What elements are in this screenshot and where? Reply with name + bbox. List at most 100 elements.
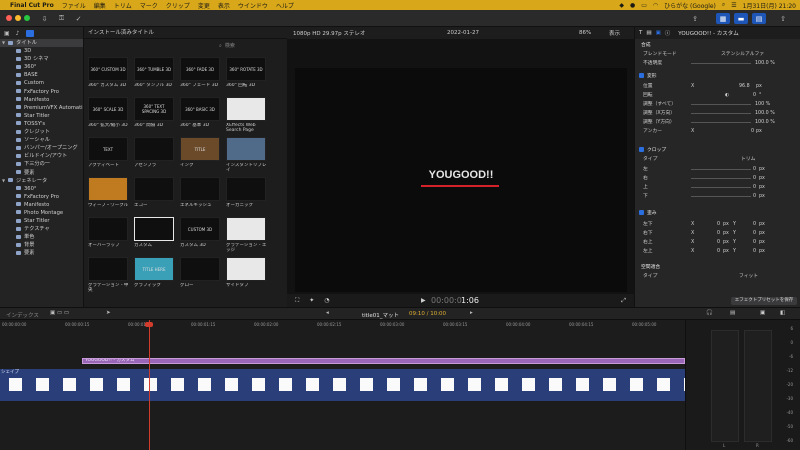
minimize-window-button[interactable] — [15, 15, 21, 21]
sidebar-item[interactable]: TOSSY's — [0, 120, 83, 128]
sidebar-item[interactable]: ソーシャル — [0, 136, 83, 144]
title-tile[interactable]: 360° CUSTOM 3D 360° カスタム 3D — [88, 57, 132, 95]
title-tab-icon[interactable]: ▤ — [646, 30, 651, 36]
share-project-icon[interactable]: ⇧ — [776, 13, 790, 24]
title-tile[interactable]: サイドタブ — [226, 257, 270, 295]
scale-y-slider[interactable] — [691, 122, 751, 123]
import-icon[interactable]: ⇩ — [38, 13, 51, 24]
scale-x-slider[interactable] — [691, 113, 751, 114]
tr-x-value[interactable]: 0 — [717, 238, 720, 247]
edit-tools-icon[interactable]: ▣ ▭ ▭ — [50, 310, 69, 316]
sidebar-item[interactable]: 360° — [0, 63, 83, 71]
menu-trim[interactable]: トリム — [114, 1, 132, 10]
audio-icon[interactable]: 🎧 — [706, 310, 713, 316]
fullscreen-icon[interactable]: ⤢ — [621, 297, 626, 305]
sidebar-item[interactable]: クレジット — [0, 128, 83, 136]
control-center-icon[interactable]: ☰ — [731, 2, 736, 9]
sidebar-item[interactable]: 単色 — [0, 233, 83, 241]
title-tile[interactable]: CUSTOM 3D カスタム 3D — [180, 217, 224, 255]
rotation-value[interactable]: 0 — [753, 91, 756, 100]
playhead-handle[interactable] — [145, 322, 153, 327]
search-field[interactable]: ⌕ 検索 — [219, 41, 283, 50]
crop-top-value[interactable]: 0 — [753, 183, 756, 192]
sidebar-item[interactable]: Manifesto — [0, 96, 83, 104]
zoom-menu[interactable]: 86% — [579, 30, 591, 36]
index-button[interactable]: インデックス — [6, 311, 39, 319]
playhead[interactable] — [149, 320, 150, 450]
menu-window[interactable]: ウインドウ — [238, 1, 268, 10]
br-x-value[interactable]: 0 — [717, 229, 720, 238]
speed-icon[interactable]: ◔ — [324, 297, 329, 304]
inspector-toggle-icon[interactable]: ▤ — [752, 13, 766, 24]
forward-arrow-icon[interactable]: ▸ — [470, 310, 473, 316]
menu-file[interactable]: ファイル — [62, 1, 86, 10]
sidebar-item[interactable]: Manifesto — [0, 201, 83, 209]
browser-toggle-icon[interactable]: ▦ — [716, 13, 730, 24]
info-tab-icon[interactable]: ⓘ — [665, 29, 671, 37]
scale-x-value[interactable]: 100.0 % — [755, 109, 775, 118]
anchor-x-value[interactable]: 0 — [751, 127, 754, 136]
title-tile[interactable]: XEffects Web Search Page — [226, 97, 270, 135]
crop-section[interactable]: クロップ — [635, 146, 800, 155]
photos-icon[interactable]: ▣ — [4, 30, 10, 37]
effects-icon[interactable]: ▣ — [760, 310, 765, 316]
distort-checkbox[interactable] — [639, 210, 644, 215]
title-tile[interactable]: アセンブラ — [134, 137, 178, 175]
music-icon[interactable]: ♪ — [16, 30, 20, 37]
background-tasks-icon[interactable]: ✓ — [72, 13, 85, 24]
search-icon[interactable]: ⌕ — [722, 1, 725, 9]
title-tile[interactable]: 360° BASIC 3D 360° 基本 3D — [180, 97, 224, 135]
select-tool-icon[interactable]: ➤ — [106, 310, 111, 316]
title-tile[interactable]: グロー — [180, 257, 224, 295]
bl-x-value[interactable]: 0 — [717, 220, 720, 229]
sidebar-item[interactable]: 下三分の一 — [0, 160, 83, 168]
title-text[interactable]: YOUGOOD!! — [295, 169, 627, 181]
sidebar-item[interactable]: Star Titler — [0, 112, 83, 120]
wifi-icon[interactable]: ◠ — [653, 2, 658, 9]
transform-checkbox[interactable] — [639, 73, 644, 78]
menu-mark[interactable]: マーク — [140, 1, 158, 10]
sidebar-item[interactable]: 要素 — [0, 169, 83, 177]
timeline-toggle-icon[interactable]: ▬ — [734, 13, 748, 24]
opacity-value[interactable]: 100.0 % — [755, 59, 775, 68]
rotation-dial-icon[interactable]: ◐ — [725, 91, 729, 100]
title-tile[interactable]: 360° FADE 3D 360° フェード 3D — [180, 57, 224, 95]
title-tile[interactable]: ウィーブ・ワークル — [88, 177, 132, 215]
transform-section[interactable]: 変形 — [635, 72, 800, 81]
spatial-section[interactable]: 空間適合 — [635, 263, 800, 272]
timecode-display[interactable]: 1:06 — [461, 296, 479, 305]
br-y-value[interactable]: 0 — [753, 229, 756, 238]
title-tile[interactable]: エネルギッシュ — [180, 177, 224, 215]
bl-y-value[interactable]: 0 — [753, 220, 756, 229]
sidebar-item[interactable]: バンパー/オープニング — [0, 144, 83, 152]
blend-mode-select[interactable]: ステンシルアルファ — [721, 50, 764, 59]
title-tile[interactable]: カスタム — [134, 217, 178, 255]
title-tile[interactable]: グラデーション - エッジ — [226, 217, 270, 255]
crop-top-slider[interactable] — [691, 187, 751, 188]
sidebar-item[interactable]: Star Titler — [0, 217, 83, 225]
menu-clip[interactable]: クリップ — [166, 1, 190, 10]
tl-y-value[interactable]: 0 — [753, 247, 756, 256]
title-tile[interactable]: エコー — [134, 177, 178, 215]
clock[interactable]: 1月31日(月) 21:20 — [743, 1, 796, 10]
sidebar-item[interactable]: ビルドイン/アウト — [0, 152, 83, 160]
dropbox-icon[interactable]: ◆ — [619, 2, 624, 9]
crop-left-value[interactable]: 0 — [753, 165, 756, 174]
crop-right-slider[interactable] — [691, 178, 751, 179]
save-preset-button[interactable]: エフェクトプリセットを保存 — [731, 297, 797, 305]
scale-all-slider[interactable] — [691, 104, 751, 105]
title-tile[interactable]: グラデーション - 中央 — [88, 257, 132, 295]
spatial-type-select[interactable]: フィット — [739, 272, 758, 281]
title-tile[interactable]: オーガニック — [226, 177, 270, 215]
crop-bottom-slider[interactable] — [691, 196, 751, 197]
title-tile[interactable]: オーバーラップ — [88, 217, 132, 255]
title-tile[interactable]: 360° TUMBLE 3D 360° タンブル 3D — [134, 57, 178, 95]
crop-right-value[interactable]: 0 — [753, 174, 756, 183]
titles-tab-icon[interactable] — [25, 29, 34, 37]
title-tile[interactable]: TITLE インク — [180, 137, 224, 175]
crop-bottom-value[interactable]: 0 — [753, 192, 756, 201]
menu-view[interactable]: 表示 — [218, 1, 230, 10]
input-source-menu[interactable]: ひらがな (Google) — [664, 1, 716, 10]
clip-appearance-icon[interactable]: ▤ — [730, 310, 735, 316]
tl-x-value[interactable]: 0 — [717, 247, 720, 256]
